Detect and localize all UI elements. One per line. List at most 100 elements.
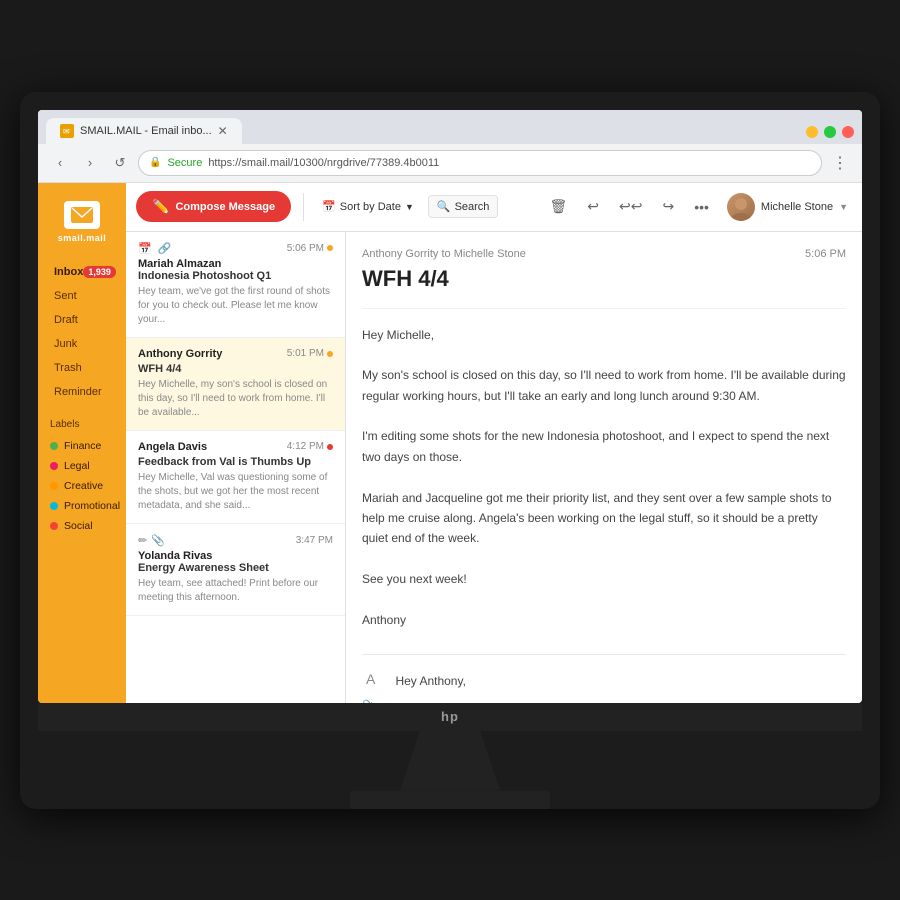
browser-controls-bar: ‹ › ↺ 🔒 Secure https://smail.mail/10300/…: [38, 144, 862, 182]
compose-button[interactable]: ✏️ Compose Message: [136, 191, 291, 222]
email-item-header-1: Anthony Gorrity 5:01 PM: [138, 348, 333, 360]
reply-all-button[interactable]: ↩↩: [613, 194, 648, 219]
unread-dot-2: [327, 444, 333, 450]
email-item-header: 📅 🔗 5:06 PM: [138, 242, 333, 255]
label-item-promotional[interactable]: Promotional: [46, 496, 118, 516]
promotional-label: Promotional: [64, 500, 120, 512]
sidebar-item-reminder[interactable]: Reminder: [46, 381, 118, 403]
email-subject-2: Feedback from Val is Thumbs Up: [138, 456, 333, 468]
reply-content: Hey Anthony, Family first! Make sure you…: [395, 671, 846, 702]
browser-chrome: ✉ SMAIL.MAIL - Email inbo... ✕ — □ ✕ ‹ ›…: [38, 110, 862, 183]
email-item-header-2: Angela Davis 4:12 PM: [138, 441, 333, 453]
label-item-legal[interactable]: Legal: [46, 456, 118, 476]
unread-dot-1: [327, 351, 333, 357]
sidebar-labels: Labels Finance Legal Creative: [38, 419, 126, 536]
tab-favicon: ✉: [60, 124, 74, 138]
email-subject-0: Indonesia Photoshoot Q1: [138, 270, 333, 282]
email-preview-2: Hey Michelle, Val was questioning some o…: [138, 471, 333, 513]
email-item-3[interactable]: ✏ 📎 3:47 PM Yolanda Rivas Energy Awarene…: [126, 524, 345, 616]
legal-dot: [50, 462, 58, 470]
app-container: smail.mail Inbox 1,939 Sent Draft Junk: [38, 183, 862, 703]
refresh-button[interactable]: ↺: [108, 151, 132, 175]
sidebar-item-sent[interactable]: Sent: [46, 285, 118, 307]
sidebar-item-junk[interactable]: Junk: [46, 333, 118, 355]
url-text: https://smail.mail/10300/nrgdrive/77389.…: [208, 157, 439, 169]
back-button[interactable]: ‹: [48, 151, 72, 175]
finance-label: Finance: [64, 440, 101, 452]
email-thread: Anthony Gorrity to Michelle Stone 5:06 P…: [346, 232, 862, 703]
creative-label: Creative: [64, 480, 103, 492]
browser-tabs-bar: ✉ SMAIL.MAIL - Email inbo... ✕ — □ ✕: [38, 110, 862, 144]
user-avatar-button[interactable]: Michelle Stone ▼: [723, 189, 852, 225]
label-item-finance[interactable]: Finance: [46, 436, 118, 456]
undo-button[interactable]: ↩: [581, 194, 605, 219]
secure-label: Secure: [167, 157, 202, 169]
email-preview-0: Hey team, we've got the first round of s…: [138, 285, 333, 327]
thread-message-0: Hey Michelle, My son's school is closed …: [362, 308, 846, 631]
lock-icon: 🔒: [149, 157, 161, 168]
email-list-panel: 📅 🔗 5:06 PM Mariah Almazan Indo: [126, 232, 346, 703]
search-area[interactable]: 🔍 Search: [428, 195, 499, 218]
email-time-0: 5:06 PM: [287, 243, 324, 254]
label-item-creative[interactable]: Creative: [46, 476, 118, 496]
thread-header: Anthony Gorrity to Michelle Stone 5:06 P…: [362, 248, 846, 260]
thread-msg-body: Hey Michelle, My son's school is closed …: [362, 325, 846, 631]
svg-text:✉: ✉: [63, 127, 70, 136]
reply-letter-icon: A: [366, 671, 375, 687]
inbox-badge: 1,939: [83, 266, 116, 278]
creative-dot: [50, 482, 58, 490]
email-time-area-0: 5:06 PM: [287, 243, 333, 254]
browser-menu-button[interactable]: ⋮: [828, 151, 852, 175]
email-sender-3: Yolanda Rivas: [138, 550, 333, 562]
reply-body: Hey Anthony, Family first! Make sure you…: [395, 671, 846, 702]
thread-time: 5:06 PM: [805, 248, 846, 260]
legal-label: Legal: [64, 460, 90, 472]
sort-by-date-button[interactable]: 📅 Sort by Date ▼: [316, 196, 420, 217]
reminder-label: Reminder: [54, 386, 102, 398]
user-chevron-icon: ▼: [839, 202, 848, 212]
address-bar[interactable]: 🔒 Secure https://smail.mail/10300/nrgdri…: [138, 150, 822, 176]
email-time-area-2: 4:12 PM: [287, 441, 333, 452]
label-item-social[interactable]: Social: [46, 516, 118, 536]
sidebar-item-draft[interactable]: Draft: [46, 309, 118, 331]
email-preview-3: Hey team, see attached! Print before our…: [138, 577, 333, 605]
email-sender-1: Anthony Gorrity: [138, 348, 222, 360]
email-sender-2: Angela Davis: [138, 441, 207, 453]
main-panel: ✏️ Compose Message 📅 Sort by Date ▼ 🔍 Se…: [126, 183, 862, 703]
email-item-1[interactable]: Anthony Gorrity 5:01 PM WFH 4/4 Hey Mich…: [126, 338, 345, 431]
monitor-screen: ✉ SMAIL.MAIL - Email inbo... ✕ — □ ✕ ‹ ›…: [38, 110, 862, 703]
sidebar-logo: smail.mail: [38, 193, 126, 251]
sent-label: Sent: [54, 290, 77, 302]
close-button[interactable]: ✕: [842, 126, 854, 138]
main-toolbar: ✏️ Compose Message 📅 Sort by Date ▼ 🔍 Se…: [126, 183, 862, 232]
more-actions-button[interactable]: •••: [688, 195, 715, 219]
forward-button[interactable]: ›: [78, 151, 102, 175]
draft-label: Draft: [54, 314, 78, 326]
compose-label: Compose Message: [175, 201, 275, 213]
tab-title: SMAIL.MAIL - Email inbo...: [80, 125, 212, 137]
email-time-2: 4:12 PM: [287, 441, 324, 452]
trash-label: Trash: [54, 362, 82, 374]
monitor-stand: [400, 731, 500, 791]
thread-reply: A 📎 Hey Anthony, Family first! Make sure…: [362, 654, 846, 702]
maximize-button[interactable]: □: [824, 126, 836, 138]
attachment-icon-3: 📎: [151, 534, 165, 547]
sidebar: smail.mail Inbox 1,939 Sent Draft Junk: [38, 183, 126, 703]
monitor-bottom-bar: hp: [38, 703, 862, 731]
junk-label: Junk: [54, 338, 77, 350]
email-item-0[interactable]: 📅 🔗 5:06 PM Mariah Almazan Indo: [126, 232, 345, 338]
logo-text: smail.mail: [58, 233, 107, 243]
email-item-2[interactable]: Angela Davis 4:12 PM Feedback from Val i…: [126, 431, 345, 524]
sidebar-item-inbox[interactable]: Inbox 1,939: [46, 261, 118, 283]
delete-button[interactable]: 🗑: [543, 194, 573, 219]
browser-tab[interactable]: ✉ SMAIL.MAIL - Email inbo... ✕: [46, 118, 242, 144]
calendar-icon-0: 📅: [138, 242, 152, 255]
forward-button[interactable]: ↪: [656, 194, 680, 219]
minimize-button[interactable]: —: [806, 126, 818, 138]
window-controls: — □ ✕: [806, 126, 854, 144]
sidebar-item-trash[interactable]: Trash: [46, 357, 118, 379]
tab-close-icon[interactable]: ✕: [218, 124, 228, 138]
list-and-view: 📅 🔗 5:06 PM Mariah Almazan Indo: [126, 232, 862, 703]
labels-title: Labels: [46, 419, 118, 430]
sidebar-nav: Inbox 1,939 Sent Draft Junk Trash: [38, 261, 126, 403]
